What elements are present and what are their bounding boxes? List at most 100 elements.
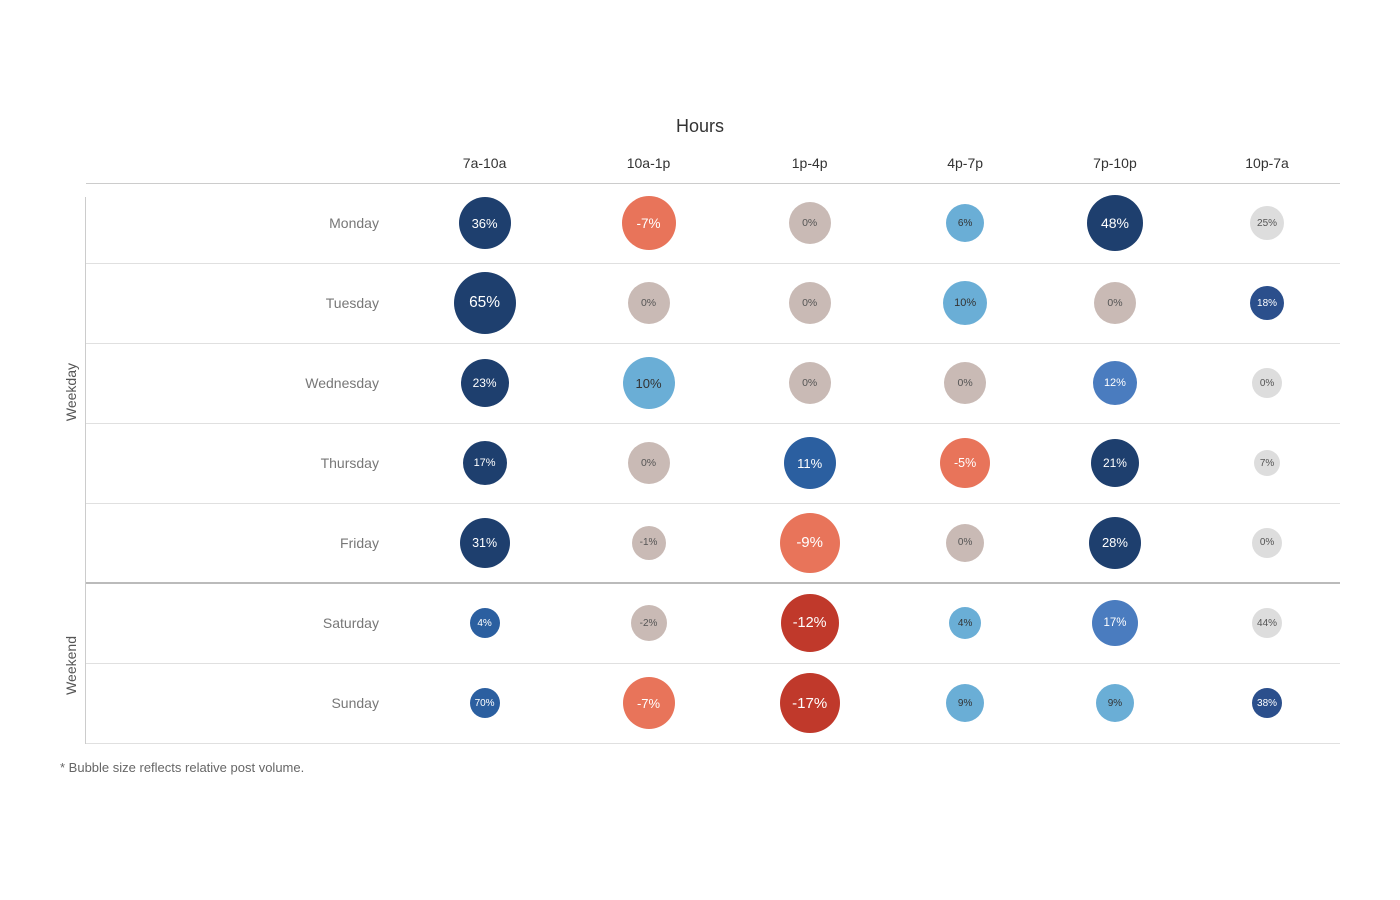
- bubble: 44%: [1252, 608, 1282, 638]
- cell-sunday-10a-1p: -7%: [572, 663, 725, 743]
- bubble: 18%: [1250, 286, 1284, 320]
- table-row: Tuesday 65% 0% 0% 10% 0% 18%: [86, 263, 1340, 343]
- bubble: 23%: [461, 359, 509, 407]
- cell-sunday-1p-4p: -17%: [725, 663, 895, 743]
- cell-sunday-4p-7p: 9%: [894, 663, 1035, 743]
- cell-friday-7a-10a: 31%: [397, 503, 572, 583]
- cell-saturday-4p-7p: 4%: [894, 583, 1035, 663]
- table-row: Saturday 4% -2% -12% 4% 17% 44%: [86, 583, 1340, 663]
- table-row: Monday 36% -7% 0% 6% 48% 25%: [86, 183, 1340, 263]
- cell-wednesday-4p-7p: 0%: [894, 343, 1035, 423]
- row-label-tuesday: Tuesday: [86, 263, 397, 343]
- bubble: -17%: [780, 673, 840, 733]
- cell-saturday-10a-1p: -2%: [572, 583, 725, 663]
- row-label-saturday: Saturday: [86, 583, 397, 663]
- column-header-4p-7p: 4p-7p: [894, 147, 1035, 184]
- bubble: -7%: [622, 196, 676, 250]
- bubble: 0%: [944, 362, 986, 404]
- cell-friday-10p-7a: 0%: [1194, 503, 1340, 583]
- bubble: 11%: [784, 437, 836, 489]
- bubble: 9%: [946, 684, 984, 722]
- chart-title: Hours: [60, 116, 1340, 137]
- bubble: 38%: [1252, 688, 1282, 718]
- bubble: 7%: [1254, 450, 1280, 476]
- bubble: 6%: [946, 204, 984, 242]
- cell-sunday-7a-10a: 70%: [397, 663, 572, 743]
- cell-monday-4p-7p: 6%: [894, 183, 1035, 263]
- table-row: Thursday 17% 0% 11% -5% 21% 7%: [86, 423, 1340, 503]
- cell-monday-10a-1p: -7%: [572, 183, 725, 263]
- bubble: 4%: [949, 607, 981, 639]
- row-label-monday: Monday: [86, 183, 397, 263]
- cell-thursday-4p-7p: -5%: [894, 423, 1035, 503]
- cell-wednesday-7p-10p: 12%: [1036, 343, 1194, 423]
- cell-wednesday-10p-7a: 0%: [1194, 343, 1340, 423]
- footer-note: * Bubble size reflects relative post vol…: [60, 760, 1340, 775]
- cell-tuesday-10a-1p: 0%: [572, 263, 725, 343]
- bubble: 70%: [470, 688, 500, 718]
- bubble: 0%: [789, 202, 831, 244]
- column-header-10p-7a: 10p-7a: [1194, 147, 1340, 184]
- bubble: -7%: [623, 677, 675, 729]
- cell-saturday-10p-7a: 44%: [1194, 583, 1340, 663]
- bubble: 10%: [943, 281, 987, 325]
- cell-wednesday-7a-10a: 23%: [397, 343, 572, 423]
- bubble: 25%: [1250, 206, 1284, 240]
- cell-tuesday-10p-7a: 18%: [1194, 263, 1340, 343]
- column-header-10a-1p: 10a-1p: [572, 147, 725, 184]
- bubble: 17%: [463, 441, 507, 485]
- bubble: 0%: [628, 282, 670, 324]
- bubble: 12%: [1093, 361, 1137, 405]
- column-header-1p-4p: 1p-4p: [725, 147, 895, 184]
- cell-wednesday-1p-4p: 0%: [725, 343, 895, 423]
- column-header-7p-10p: 7p-10p: [1036, 147, 1194, 184]
- bubble: 0%: [946, 524, 984, 562]
- cell-wednesday-10a-1p: 10%: [572, 343, 725, 423]
- table-row: Friday31%-1%-9%0%28%0%: [86, 503, 1340, 583]
- column-header-7a-10a: 7a-10a: [397, 147, 572, 184]
- bubble: 0%: [1252, 368, 1282, 398]
- cell-monday-10p-7a: 25%: [1194, 183, 1340, 263]
- bubble: 21%: [1091, 439, 1139, 487]
- row-label-sunday: Sunday: [86, 663, 397, 743]
- cell-friday-10a-1p: -1%: [572, 503, 725, 583]
- cell-monday-7p-10p: 48%: [1036, 183, 1194, 263]
- cell-tuesday-7a-10a: 65%: [397, 263, 572, 343]
- bubble: -12%: [781, 594, 839, 652]
- cell-monday-7a-10a: 36%: [397, 183, 572, 263]
- bubble: 0%: [789, 362, 831, 404]
- cell-saturday-1p-4p: -12%: [725, 583, 895, 663]
- bubble: -9%: [780, 513, 840, 573]
- cell-thursday-10p-7a: 7%: [1194, 423, 1340, 503]
- bubble: -5%: [940, 438, 990, 488]
- bubble: 28%: [1089, 517, 1141, 569]
- bubble: 4%: [470, 608, 500, 638]
- row-label-wednesday: Wednesday: [86, 343, 397, 423]
- cell-saturday-7a-10a: 4%: [397, 583, 572, 663]
- bubble: 17%: [1092, 600, 1138, 646]
- bubble: 0%: [1094, 282, 1136, 324]
- cell-thursday-1p-4p: 11%: [725, 423, 895, 503]
- bubble: 0%: [789, 282, 831, 324]
- cell-friday-7p-10p: 28%: [1036, 503, 1194, 583]
- bubble: 31%: [460, 518, 510, 568]
- cell-thursday-7p-10p: 21%: [1036, 423, 1194, 503]
- cell-saturday-7p-10p: 17%: [1036, 583, 1194, 663]
- bubble: -1%: [632, 526, 666, 560]
- cell-sunday-10p-7a: 38%: [1194, 663, 1340, 743]
- cell-sunday-7p-10p: 9%: [1036, 663, 1194, 743]
- cell-thursday-7a-10a: 17%: [397, 423, 572, 503]
- weekday-axis-label: Weekday: [63, 363, 79, 421]
- bubble: 9%: [1096, 684, 1134, 722]
- cell-thursday-10a-1p: 0%: [572, 423, 725, 503]
- bubble: 10%: [623, 357, 675, 409]
- weekend-axis-label: Weekend: [63, 636, 79, 695]
- bubble: 65%: [454, 272, 516, 334]
- cell-tuesday-1p-4p: 0%: [725, 263, 895, 343]
- bubble: 48%: [1087, 195, 1143, 251]
- cell-tuesday-7p-10p: 0%: [1036, 263, 1194, 343]
- table-row: Sunday 70% -7% -17% 9% 9% 38%: [86, 663, 1340, 743]
- table-row: Wednesday 23% 10% 0% 0% 12% 0%: [86, 343, 1340, 423]
- row-label-thursday: Thursday: [86, 423, 397, 503]
- bubble: 36%: [459, 197, 511, 249]
